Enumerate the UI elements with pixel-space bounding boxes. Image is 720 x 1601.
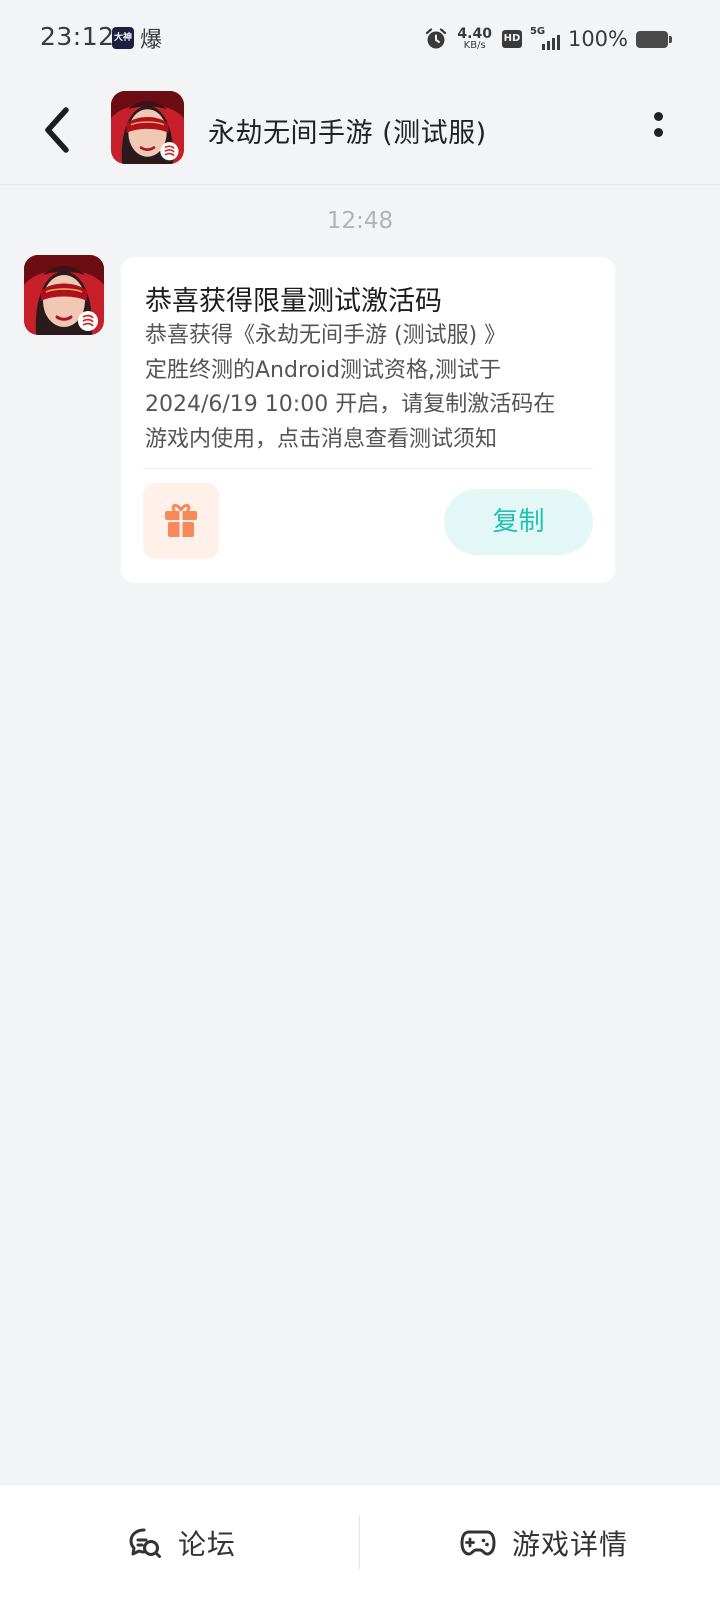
status-indicators: 4.40 KB/s HD 5G 100% [425,22,672,56]
network-speed-unit: KB/s [463,40,486,51]
game-avatar[interactable] [111,91,184,164]
activation-code-message[interactable]: 恭喜获得限量测试激活码 恭喜获得《永劫无间手游 (测试服) 》 定胜终测的And… [121,257,615,583]
gift-icon [165,504,197,537]
app-notification-icon: 大神 [112,27,134,49]
page-title: 永劫无间手游 (测试服) [208,118,487,149]
notification-glyph: 爆 [140,28,163,53]
message-body-line: 游戏内使用，点击消息查看测试须知 [145,426,498,452]
message-title: 恭喜获得限量测试激活码 [145,286,442,317]
message-body-line: 2024/6/19 10:00 开启，请复制激活码在 [145,392,556,417]
back-button[interactable] [36,102,80,158]
gift-tile [143,483,219,559]
game-character-icon [111,91,184,164]
gamepad-icon [460,1530,496,1556]
nav-divider [359,1515,360,1569]
forum-icon [129,1528,161,1558]
network-speed-value: 4.40 [457,26,492,42]
message-timestamp: 12:48 [326,208,394,234]
game-details-label: 游戏详情 [512,1528,629,1561]
more-options-button[interactable] [646,106,670,150]
message-body-line: 恭喜获得《永劫无间手游 (测试服) 》 [145,323,507,348]
forum-button[interactable]: 论坛 [128,1485,236,1601]
game-character-icon [24,255,104,335]
bottom-nav: 论坛 游戏详情 [0,1484,720,1601]
battery-percent: 100% [567,27,628,51]
message-divider [143,468,593,469]
chat-header: 永劫无间手游 (测试服) [0,78,720,185]
alarm-icon [426,28,447,49]
forum-label: 论坛 [178,1528,237,1561]
status-bar: 23:12 大神 爆 4.40 KB/s HD 5G 100% [0,0,720,78]
network-speed: 4.40 KB/s [457,27,492,51]
battery-icon [636,30,672,48]
copy-button[interactable]: 复制 [444,489,593,555]
chevron-left-icon [45,107,69,153]
hd-icon: HD [501,30,522,48]
message-body: 恭喜获得《永劫无间手游 (测试服) 》 定胜终测的Android测试资格,测试于… [145,319,595,457]
game-details-button[interactable]: 游戏详情 [460,1485,628,1601]
message-body-line: 定胜终测的Android测试资格,测试于 [145,357,502,383]
status-time: 23:12 [40,22,115,51]
signal-icon: 5G [530,26,560,52]
sender-avatar[interactable] [24,255,104,335]
